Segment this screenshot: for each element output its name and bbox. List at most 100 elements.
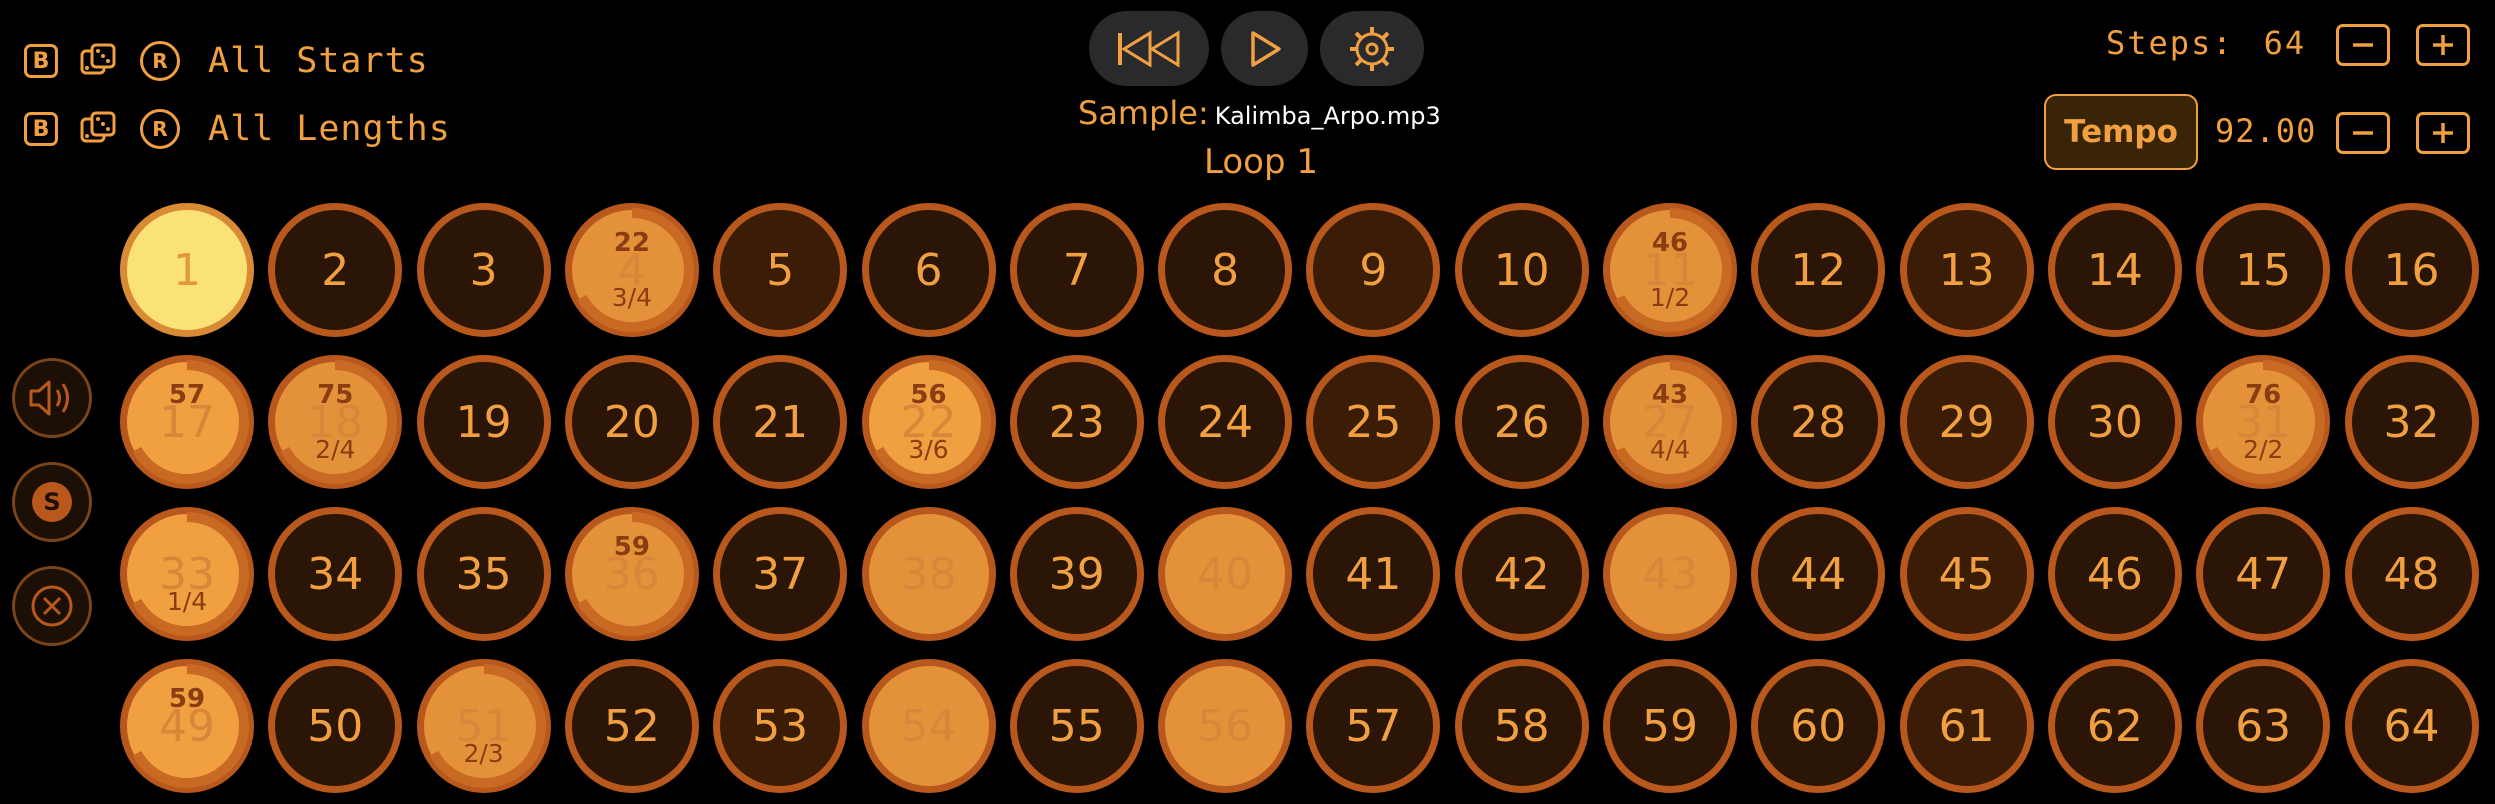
step-cell-51[interactable]: 51 2/3	[416, 659, 551, 793]
step-cell-7[interactable]: 7	[1009, 203, 1144, 337]
step-grid: 1 2 3 4 22 3/4 5 6 7 8 9 10 11 46 1/2 12 13 14 15 16 17 57 18 7…	[0, 0, 2495, 804]
step-cell-22[interactable]: 22 56 3/6	[861, 355, 996, 489]
step-cell-59[interactable]: 59	[1603, 659, 1737, 793]
step-number: 25	[1345, 396, 1402, 448]
step-cell-55[interactable]: 55	[1009, 659, 1144, 793]
step-cell-13[interactable]: 13	[1899, 203, 2034, 337]
step-number: 32	[2383, 396, 2440, 448]
step-top-value: 43	[1651, 380, 1689, 410]
step-cell-3[interactable]: 3	[416, 203, 551, 337]
step-cell-30[interactable]: 30	[2047, 355, 2182, 489]
step-cell-48[interactable]: 48	[2344, 507, 2479, 641]
step-number: 1	[173, 244, 201, 296]
step-cell-28[interactable]: 28	[1751, 355, 1886, 489]
step-number: 56	[1197, 700, 1254, 752]
step-cell-9[interactable]: 9	[1306, 203, 1441, 337]
step-cell-14[interactable]: 14	[2047, 203, 2182, 337]
step-cell-1[interactable]: 1	[120, 203, 254, 337]
step-cell-49[interactable]: 49 59	[120, 659, 254, 793]
step-cell-54[interactable]: 54	[861, 659, 996, 793]
step-cell-26[interactable]: 26	[1454, 355, 1589, 489]
step-cell-24[interactable]: 24	[1158, 355, 1293, 489]
step-number: 14	[2086, 244, 2143, 296]
step-cell-18[interactable]: 18 75 2/4	[268, 355, 403, 489]
step-cell-29[interactable]: 29	[1899, 355, 2034, 489]
step-cell-32[interactable]: 32	[2344, 355, 2479, 489]
step-number: 38	[900, 548, 957, 600]
step-cell-33[interactable]: 33 1/4	[120, 507, 254, 641]
step-number: 42	[1493, 548, 1550, 600]
step-cell-27[interactable]: 27 43 4/4	[1603, 355, 1737, 489]
step-cell-63[interactable]: 63	[2196, 659, 2331, 793]
step-cell-5[interactable]: 5	[713, 203, 848, 337]
step-number: 58	[1493, 700, 1550, 752]
step-top-value: 22	[613, 228, 650, 258]
step-number: 20	[603, 396, 660, 448]
step-number: 47	[2235, 548, 2292, 600]
step-cell-57[interactable]: 57	[1306, 659, 1441, 793]
step-cell-43[interactable]: 43	[1603, 507, 1737, 641]
step-cell-62[interactable]: 62	[2047, 659, 2182, 793]
step-cell-31[interactable]: 31 76 2/2	[2196, 355, 2331, 489]
step-cell-8[interactable]: 8	[1158, 203, 1293, 337]
step-cell-10[interactable]: 10	[1454, 203, 1589, 337]
step-number: 24	[1197, 396, 1254, 448]
step-cell-40[interactable]: 40	[1158, 507, 1293, 641]
step-cell-11[interactable]: 11 46 1/2	[1603, 203, 1737, 337]
step-top-value: 56	[910, 380, 947, 410]
step-cell-34[interactable]: 34	[268, 507, 403, 641]
step-cell-52[interactable]: 52	[564, 659, 699, 793]
step-number: 34	[307, 548, 364, 600]
step-number: 41	[1345, 548, 1402, 600]
step-number: 55	[1048, 700, 1105, 752]
step-number: 45	[1938, 548, 1995, 600]
step-cell-23[interactable]: 23	[1009, 355, 1144, 489]
step-cell-12[interactable]: 12	[1751, 203, 1886, 337]
step-cell-16[interactable]: 16	[2344, 203, 2479, 337]
step-cell-41[interactable]: 41	[1306, 507, 1441, 641]
step-cell-46[interactable]: 46	[2047, 507, 2182, 641]
step-cell-47[interactable]: 47	[2196, 507, 2331, 641]
step-number: 8	[1211, 244, 1240, 296]
step-number: 10	[1493, 244, 1550, 296]
step-cell-39[interactable]: 39	[1009, 507, 1144, 641]
step-cell-60[interactable]: 60	[1751, 659, 1886, 793]
step-cell-6[interactable]: 6	[861, 203, 996, 337]
step-cell-19[interactable]: 19	[416, 355, 551, 489]
step-cell-35[interactable]: 35	[416, 507, 551, 641]
step-fraction: 1/2	[1649, 283, 1691, 312]
step-cell-45[interactable]: 45	[1899, 507, 2034, 641]
step-number: 12	[1790, 244, 1847, 296]
step-cell-36[interactable]: 36 59	[564, 507, 699, 641]
step-cell-61[interactable]: 61	[1899, 659, 2034, 793]
step-number: 26	[1493, 396, 1550, 448]
step-cell-56[interactable]: 56	[1158, 659, 1293, 793]
step-number: 59	[1642, 700, 1698, 752]
step-cell-37[interactable]: 37	[713, 507, 848, 641]
step-number: 46	[2086, 548, 2143, 600]
step-number: 29	[1938, 396, 1995, 448]
step-cell-58[interactable]: 58	[1454, 659, 1589, 793]
step-cell-53[interactable]: 53	[713, 659, 848, 793]
step-fraction: 2/2	[2243, 435, 2284, 464]
step-cell-44[interactable]: 44	[1751, 507, 1886, 641]
step-number: 15	[2235, 244, 2292, 296]
step-fraction: 4/4	[1649, 435, 1691, 464]
step-number: 54	[900, 700, 957, 752]
step-cell-4[interactable]: 4 22 3/4	[564, 203, 699, 337]
step-number: 35	[455, 548, 512, 600]
step-number: 9	[1359, 244, 1388, 296]
step-cell-42[interactable]: 42	[1454, 507, 1589, 641]
step-cell-15[interactable]: 15	[2196, 203, 2331, 337]
step-cell-38[interactable]: 38	[861, 507, 996, 641]
step-cell-17[interactable]: 17 57	[120, 355, 254, 489]
step-number: 39	[1048, 548, 1105, 600]
step-cell-21[interactable]: 21	[713, 355, 848, 489]
step-cell-64[interactable]: 64	[2344, 659, 2479, 793]
step-cell-50[interactable]: 50	[268, 659, 403, 793]
step-fraction: 2/4	[315, 435, 356, 464]
step-cell-20[interactable]: 20	[564, 355, 699, 489]
step-number: 43	[1642, 548, 1698, 600]
step-cell-25[interactable]: 25	[1306, 355, 1441, 489]
step-cell-2[interactable]: 2	[268, 203, 403, 337]
